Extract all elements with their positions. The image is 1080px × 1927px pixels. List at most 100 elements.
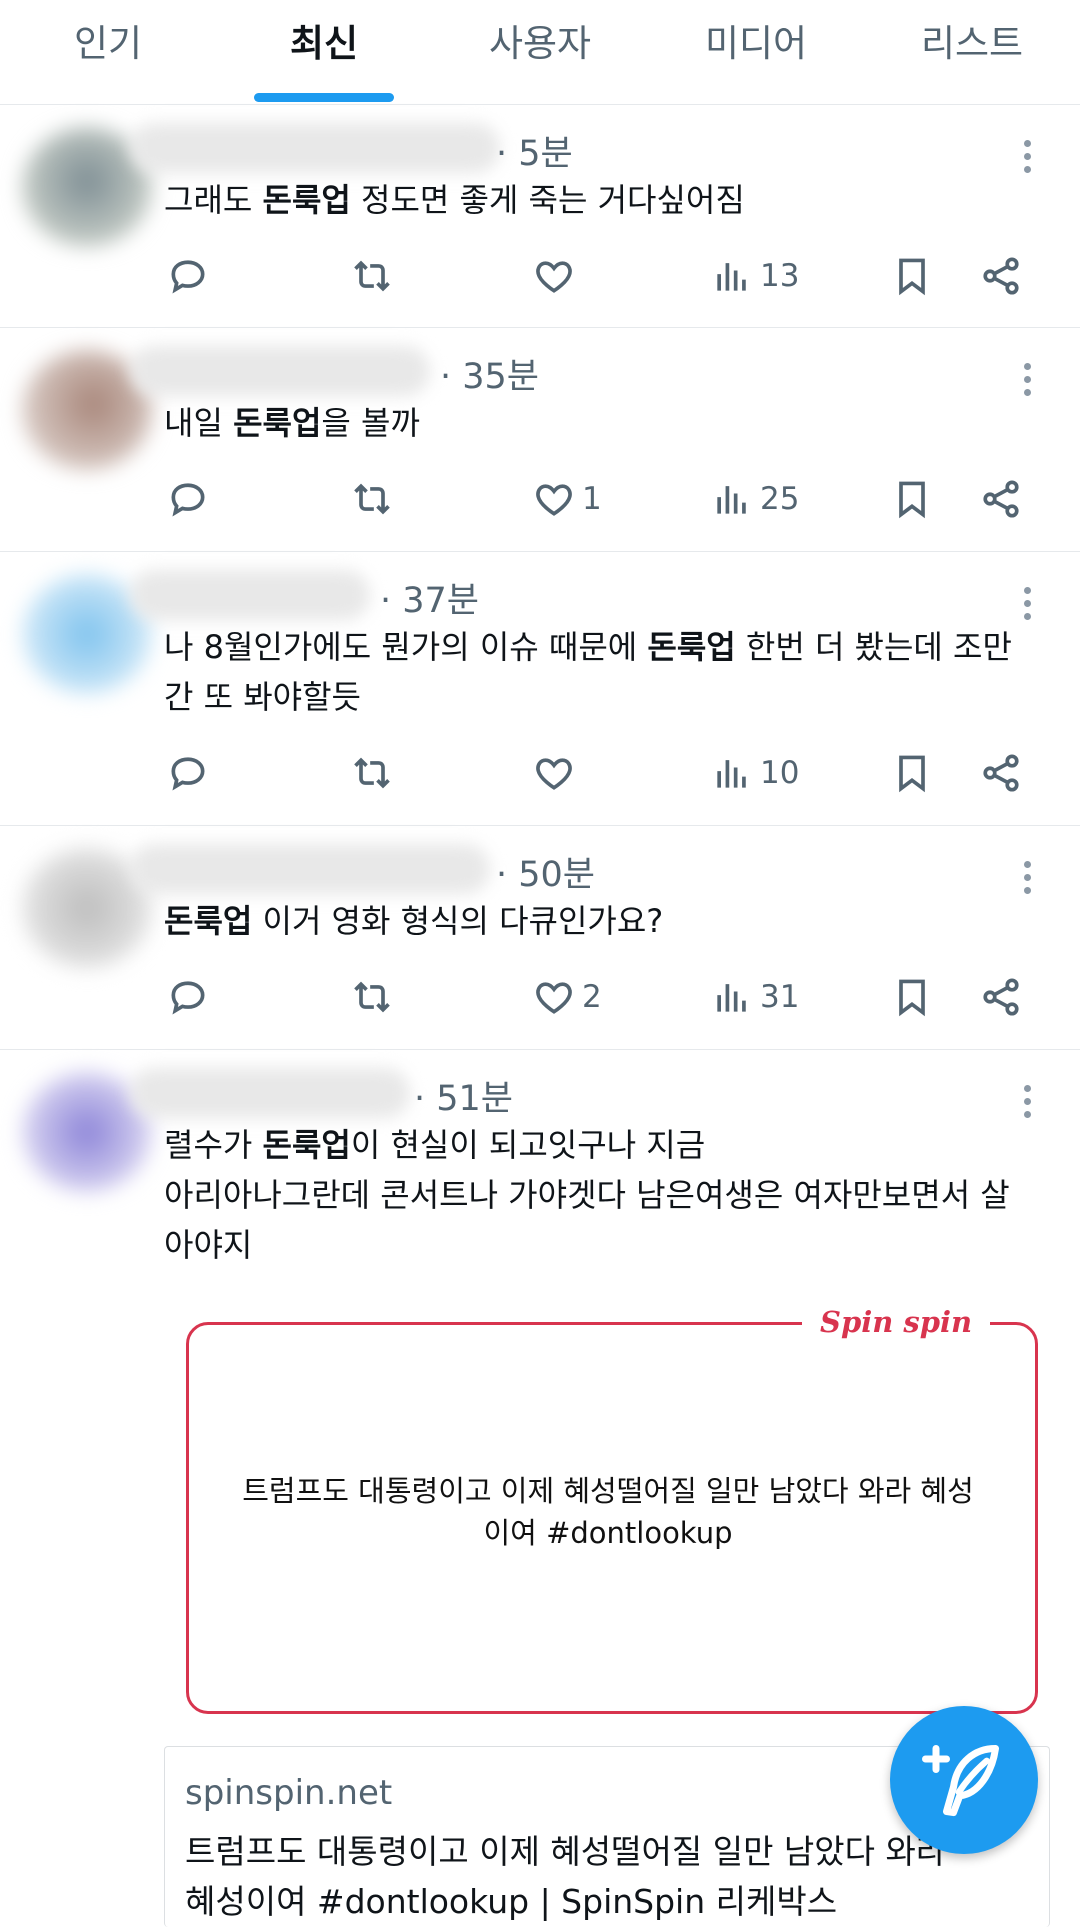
like-icon — [536, 261, 572, 293]
like-icon — [536, 758, 572, 790]
views-icon — [717, 263, 746, 291]
repost-button[interactable] — [350, 474, 394, 524]
text-segment: 렬수가 — [164, 1126, 263, 1164]
share-button[interactable] — [979, 474, 1023, 524]
action-bar: 2 31 — [0, 972, 1080, 1022]
post-time: · 35분 — [440, 357, 539, 397]
reply-icon — [171, 483, 205, 517]
text-segment: 이거 영화 형식의 다큐인가요? — [252, 902, 664, 940]
tab-label: 사용자 — [488, 22, 592, 65]
like-icon — [536, 484, 572, 516]
tab-label: 최신 — [289, 22, 359, 65]
link-title-line: 혜성이여 #dontlookup | SpinSpin 리케박스 — [185, 1882, 838, 1921]
reply-button[interactable] — [166, 474, 210, 524]
redacted-username — [130, 123, 500, 173]
view-count: 13 — [760, 258, 800, 294]
share-icon — [983, 257, 1019, 295]
link-title: 트럼프도 대통령이고 이제 혜성떨어질 일만 남았다 와라혜성이여 #dontl… — [185, 1827, 1035, 1927]
like-button[interactable]: 1 — [532, 474, 602, 524]
views-button[interactable]: 13 — [710, 251, 799, 301]
attached-image-card[interactable]: Spin spin 트럼프도 대통령이고 이제 혜성떨어질 일만 남았다 와라 … — [164, 1292, 1048, 1714]
action-bar: 10 — [0, 748, 1080, 798]
tab-lists[interactable]: 리스트 — [864, 0, 1080, 104]
caption-line: 이여 #dontlookup — [483, 1516, 733, 1550]
post[interactable]: · 50분 돈룩업 이거 영화 형식의 다큐인가요? 2 31 — [0, 826, 1080, 1050]
bookmark-button[interactable] — [890, 474, 934, 524]
share-button[interactable] — [979, 251, 1023, 301]
post-time: · 37분 — [380, 581, 479, 621]
like-button[interactable]: 2 — [532, 972, 602, 1022]
like-button[interactable] — [532, 748, 582, 798]
like-button[interactable] — [532, 251, 582, 301]
post-text: 나 8월인가에도 뭔가의 이슈 때문에 돈룩업 한번 더 봤는데 조만간 또 봐… — [164, 622, 1034, 722]
active-tab-indicator — [254, 93, 394, 102]
action-bar: 1 25 — [0, 474, 1080, 524]
view-count: 31 — [760, 979, 800, 1015]
post[interactable]: · 37분 나 8월인가에도 뭔가의 이슈 때문에 돈룩업 한번 더 봤는데 조… — [0, 552, 1080, 826]
reply-button[interactable] — [166, 251, 210, 301]
highlighted-keyword: 돈룩업 — [233, 404, 322, 442]
share-icon — [983, 978, 1019, 1016]
bookmark-button[interactable] — [890, 972, 934, 1022]
highlighted-keyword: 돈룩업 — [164, 902, 253, 940]
compose-icon — [922, 1745, 999, 1817]
like-count: 2 — [582, 979, 602, 1015]
tab-label: 미디어 — [704, 22, 808, 65]
views-button[interactable]: 10 — [710, 748, 799, 798]
bookmark-icon — [899, 481, 925, 519]
bookmark-button[interactable] — [890, 251, 934, 301]
text-segment: 그래도 — [164, 181, 263, 219]
repost-icon — [354, 483, 390, 515]
views-button[interactable]: 25 — [710, 474, 799, 524]
bookmark-icon — [899, 979, 925, 1017]
post-time: · 50분 — [496, 855, 595, 895]
text-segment: 정도면 좋게 죽는 거다싶어짐 — [350, 181, 745, 219]
tab-popular[interactable]: 인기 — [0, 0, 216, 104]
reply-button[interactable] — [166, 748, 210, 798]
views-icon — [717, 486, 746, 514]
post-text: 돈룩업 이거 영화 형식의 다큐인가요? — [164, 896, 1034, 946]
post-text: 렬수가 돈룩업이 현실이 되고잇구나 지금 아리아나그란데 콘서트나 가야겟다 남… — [164, 1120, 1034, 1270]
views-icon — [717, 760, 746, 788]
redacted-username — [130, 570, 370, 620]
tab-people[interactable]: 사용자 — [432, 0, 648, 104]
post-time: · 51분 — [414, 1079, 513, 1119]
post-text: 내일 돈룩업을 볼까 — [164, 398, 1034, 448]
compose-button[interactable] — [890, 1706, 1038, 1854]
repost-icon — [354, 981, 390, 1013]
search-tabs: 인기 최신 사용자 미디어 리스트 — [0, 0, 1080, 105]
tab-media[interactable]: 미디어 — [648, 0, 864, 104]
share-button[interactable] — [979, 972, 1023, 1022]
share-button[interactable] — [979, 748, 1023, 798]
highlighted-keyword: 돈룩업 — [262, 181, 351, 219]
repost-icon — [354, 757, 390, 789]
caption-line: 트럼프도 대통령이고 이제 혜성떨어질 일만 남았다 와라 혜성 — [242, 1474, 974, 1508]
like-count: 1 — [582, 481, 602, 517]
redacted-username — [130, 346, 430, 396]
post-time: · 5분 — [496, 134, 573, 174]
redacted-username — [130, 1068, 410, 1118]
bookmark-button[interactable] — [890, 748, 934, 798]
tab-label: 인기 — [73, 22, 143, 65]
post[interactable]: · 5분 그래도 돈룩업 정도면 좋게 죽는 거다싶어짐 13 — [0, 105, 1080, 328]
post[interactable]: · 35분 내일 돈룩업을 볼까 1 25 — [0, 328, 1080, 552]
text-segment: 아리아나그란데 콘서트나 가야겟다 남은여생은 여자만보면서 살아야지 — [164, 1176, 1010, 1264]
highlighted-keyword: 돈룩업 — [262, 1126, 351, 1164]
repost-button[interactable] — [350, 748, 394, 798]
bookmark-icon — [899, 755, 925, 793]
repost-button[interactable] — [350, 972, 394, 1022]
bookmark-icon — [899, 258, 925, 296]
reply-icon — [171, 260, 205, 294]
reply-icon — [171, 757, 205, 791]
link-title-line: 트럼프도 대통령이고 이제 혜성떨어질 일만 남았다 와라 — [185, 1832, 947, 1871]
share-icon — [983, 480, 1019, 518]
reply-button[interactable] — [166, 972, 210, 1022]
tab-latest[interactable]: 최신 — [216, 0, 432, 104]
repost-button[interactable] — [350, 251, 394, 301]
spinspin-logo: Spin spin — [802, 1302, 991, 1342]
view-count: 25 — [760, 481, 800, 517]
view-count: 10 — [760, 755, 800, 791]
text-segment: 내일 — [164, 404, 234, 442]
views-button[interactable]: 31 — [710, 972, 799, 1022]
highlighted-keyword: 돈룩업 — [647, 628, 736, 666]
